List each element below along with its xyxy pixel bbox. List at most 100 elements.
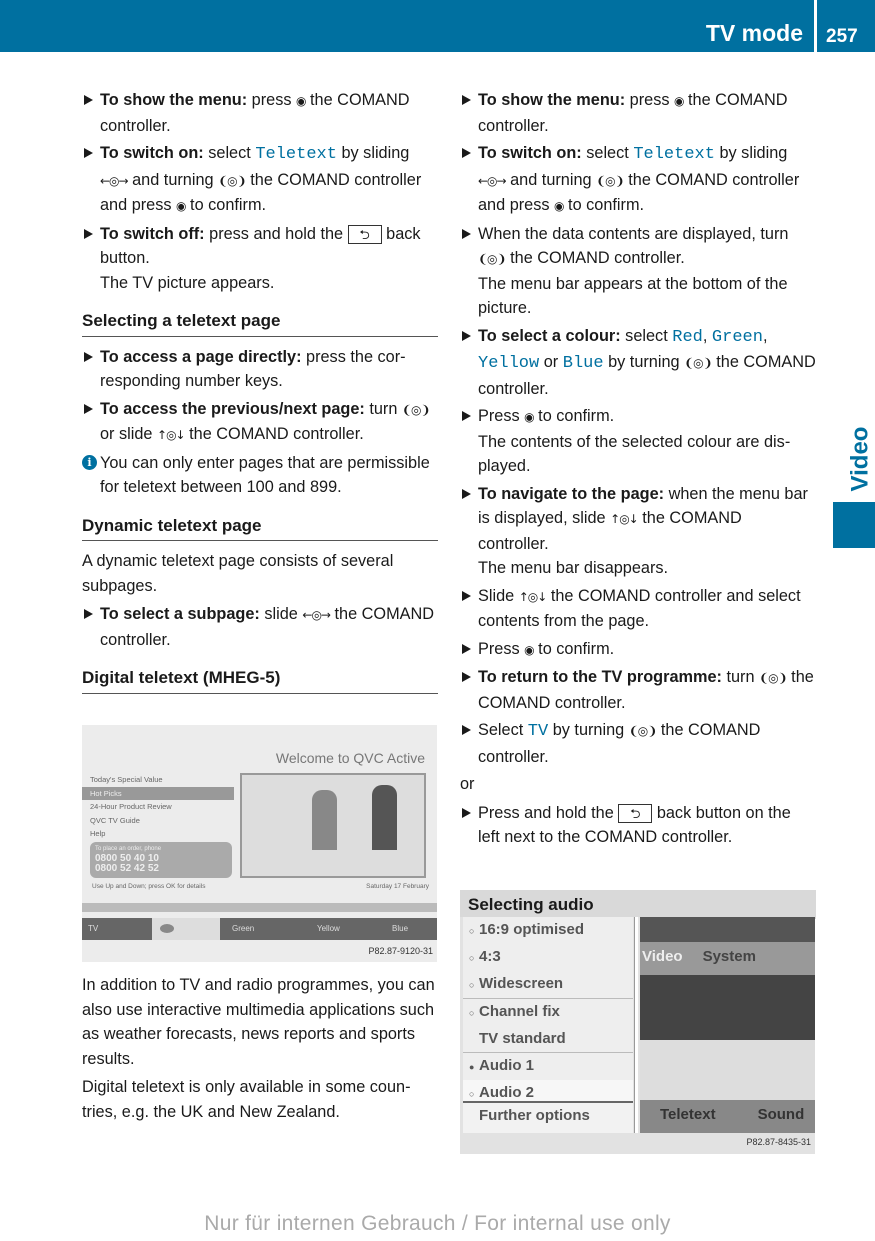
page-number: 257 <box>826 26 858 47</box>
option-label: Audio 1 <box>479 1057 534 1074</box>
right-column: To show the menu: press ◉ the COMAND con… <box>460 88 816 929</box>
text: , <box>702 326 712 345</box>
instruction-step: Slide ↑◎↓ the COMAND controller and sele… <box>460 584 816 634</box>
nav-strip <box>82 903 437 912</box>
turn-icon: ❨◎❩ <box>759 671 788 685</box>
phone-number-2: 0800 52 42 52 <box>95 863 159 874</box>
image-code: P82.87-8435-31 <box>746 1137 811 1147</box>
instruction-step: Select TV by turning ❨◎❩ the COMAND cont… <box>460 718 816 769</box>
option-item: TV standard <box>463 1026 633 1053</box>
instruction-step: To switch off: press and hold the ⮌ back… <box>82 222 438 296</box>
menu-teletext: Teletext <box>660 1106 716 1123</box>
section-title: TV mode <box>705 20 803 46</box>
bar-tv: TV <box>88 924 99 933</box>
text: slide <box>259 605 303 623</box>
result-text: The menu bar disappears. <box>478 559 669 577</box>
turn-icon: ❨◎❩ <box>628 724 658 738</box>
instruction-step: To select a colour: select Red, Green, Y… <box>460 324 816 402</box>
display-option: Blue <box>562 354 604 373</box>
text: the COMAND controller. <box>505 249 685 267</box>
paragraph: A dynamic teletext page consists of seve… <box>82 549 438 598</box>
text: A dynamic teletext page consists of seve… <box>82 552 394 595</box>
instruction-step: To show the menu: press ◉ the COMAND con… <box>82 88 438 138</box>
text: Select <box>478 721 528 739</box>
press-icon: ◉ <box>176 199 187 213</box>
instruction-step: To show the menu: press ◉ the COMAND con… <box>460 88 816 138</box>
qvc-menu-item: QVC TV Guide <box>90 815 140 825</box>
display-option: Green <box>711 327 763 347</box>
text: Press <box>478 407 525 425</box>
text: press and hold the <box>204 224 348 243</box>
slide-lr-icon: ←◎→ <box>302 608 331 622</box>
option-item: ○ Widescreen <box>463 971 633 999</box>
left-bottom-text: In addition to TV and radio programmes, … <box>82 973 438 1128</box>
scrollbar <box>634 917 638 1133</box>
text: Slide <box>478 586 519 605</box>
video-panel: Video System Teletext Sound <box>640 917 815 1133</box>
text: select <box>620 326 673 345</box>
text: Press and hold the <box>478 803 619 822</box>
bar-blue: Blue <box>392 924 409 933</box>
turn-icon: ❨◎❩ <box>596 173 625 188</box>
text: the COMAND controller. <box>184 425 364 443</box>
side-tab-label: Video <box>846 426 874 492</box>
instruction-step: Press ◉ to confirm. The contents of the s… <box>460 404 816 479</box>
instruction-step: To access the previous/next page: turn ❨… <box>82 397 438 448</box>
side-tab: Video <box>830 405 875 495</box>
option-label: 16:9 optimised <box>479 921 585 938</box>
option-marker: ● <box>469 1062 475 1072</box>
menu-sound: Sound <box>757 1106 805 1123</box>
press-icon: ◉ <box>524 410 535 424</box>
options-list: ○ 16:9 optimised ○ 4:3 ○ Widescreen ○ Channel f… <box>463 917 633 1107</box>
press-icon: ◉ <box>554 199 565 213</box>
text: by turning <box>548 721 629 739</box>
side-tab-marker <box>833 502 875 548</box>
qvc-menu-item: Hot Picks <box>82 786 234 800</box>
mheg-teletext-screenshot: Welcome to QVC Active Today's Special Va… <box>82 725 437 962</box>
text: When the data contents are displayed, tu… <box>478 224 789 243</box>
display-option: Yellow <box>478 354 540 373</box>
text: or slide <box>100 425 158 443</box>
left-column: To show the menu: press ◉ the COMAND con… <box>82 88 438 702</box>
paragraph: Digital teletext is only available in so… <box>82 1078 411 1121</box>
text: select <box>203 144 256 162</box>
instruction-step: When the data contents are displayed, tu… <box>460 222 816 321</box>
step-label: To switch off: <box>100 224 205 243</box>
result-text: The TV picture appears. <box>100 273 275 292</box>
slide-ud-icon: ↑◎↓ <box>157 428 186 442</box>
press-icon: ◉ <box>674 94 685 108</box>
display-option: Teletext <box>255 145 337 164</box>
instruction-step: Press ◉ to confirm. <box>460 637 816 663</box>
option-item: ○ 4:3 <box>463 944 633 971</box>
hint-text: Use Up and Down; press OK for details <box>92 883 206 890</box>
instruction-step: To navigate to the page: when the menu b… <box>460 482 816 581</box>
instruction-step: To switch on: select Teletext by sliding… <box>82 141 438 219</box>
turn-icon: ❨◎❩ <box>478 252 507 266</box>
section-heading: Selecting a teletext page <box>82 309 438 337</box>
qvc-menu-item: 24-Hour Product Review <box>90 802 172 811</box>
text: to confirm. <box>563 196 645 214</box>
step-label: To show the menu: <box>100 91 248 109</box>
text: by sliding <box>714 144 788 162</box>
bottom-menu: Teletext Sound <box>640 1100 815 1133</box>
text: press <box>625 91 675 109</box>
instruction-step: To switch on: select Teletext by sliding… <box>460 141 816 219</box>
step-label: To switch on: <box>100 144 204 162</box>
bar-yellow: Yellow <box>317 924 340 933</box>
slide-ud-icon: ↑◎↓ <box>610 512 639 526</box>
qvc-menu-item: Help <box>90 829 106 838</box>
slide-lr-icon: ←◎→ <box>478 173 507 188</box>
step-label: To select a subpage: <box>100 605 260 623</box>
slide-lr-icon: ←◎→ <box>100 173 129 188</box>
instruction-step: To select a subpage: slide ←◎→ the COMAN… <box>82 602 438 652</box>
step-label: To select a colour: <box>478 326 621 345</box>
step-label: To access the previous/next page: <box>100 399 365 418</box>
phone-box: To place an order, phone 0800 50 40 10 0… <box>90 842 232 878</box>
instruction-step: To return to the TV programme: turn ❨◎❩ … <box>460 665 816 715</box>
option-item: ○ Channel fix <box>463 999 633 1026</box>
turn-icon: ❨◎❩ <box>684 356 713 370</box>
option-marker: ○ <box>469 926 475 936</box>
instruction-step: Press and hold the ⮌ back button on the … <box>460 801 816 850</box>
text: by turning <box>603 353 685 371</box>
text: by sliding <box>336 144 410 162</box>
